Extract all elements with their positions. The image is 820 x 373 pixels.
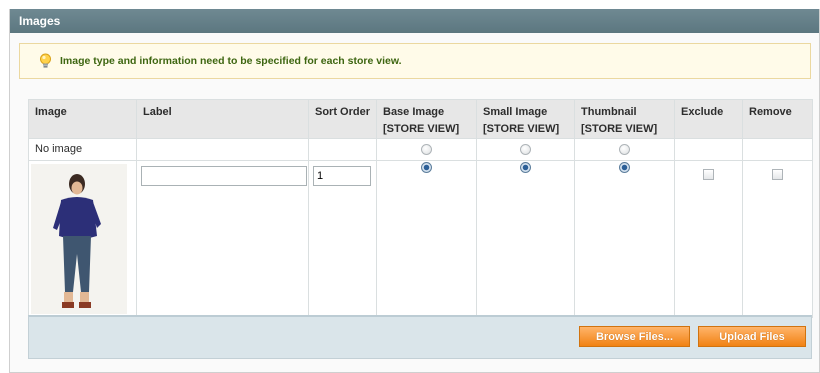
header-scope: [STORE VIEW] <box>383 123 460 135</box>
no-image-row: No image <box>28 138 813 161</box>
header-remove: Remove <box>742 99 813 139</box>
header-sort-order: Sort Order <box>308 99 377 139</box>
base-image-radio[interactable] <box>421 162 432 173</box>
upload-files-button[interactable]: Upload Files <box>698 326 806 347</box>
notice-text: Image type and information need to be sp… <box>60 55 402 67</box>
header-base-image: Base Image [STORE VIEW] <box>376 99 477 139</box>
remove-checkbox[interactable] <box>772 169 783 180</box>
image-label-input[interactable] <box>141 166 307 186</box>
header-scope: [STORE VIEW] <box>483 123 560 135</box>
header-exclude: Exclude <box>674 99 743 139</box>
panel-title: Images <box>10 9 819 33</box>
exclude-checkbox[interactable] <box>703 169 714 180</box>
sort-order-input[interactable] <box>313 166 371 186</box>
images-grid: Image Label Sort Order Base Image [STORE… <box>28 99 813 318</box>
header-label: Label <box>136 99 309 139</box>
grid-header-row: Image Label Sort Order Base Image [STORE… <box>28 99 813 139</box>
header-small-image: Small Image [STORE VIEW] <box>476 99 575 139</box>
header-image: Image <box>28 99 137 139</box>
header-scope: [STORE VIEW] <box>581 123 658 135</box>
uploader-footer: Browse Files... Upload Files <box>28 315 812 359</box>
header-thumbnail: Thumbnail [STORE VIEW] <box>574 99 675 139</box>
browse-files-button[interactable]: Browse Files... <box>579 326 690 347</box>
no-image-label: No image <box>28 138 137 161</box>
small-image-radio[interactable] <box>520 162 531 173</box>
thumbnail-radio-none[interactable] <box>619 144 630 155</box>
lightbulb-icon <box>39 53 52 69</box>
thumbnail-radio[interactable] <box>619 162 630 173</box>
image-row <box>28 160 813 318</box>
small-image-radio-none[interactable] <box>520 144 531 155</box>
base-image-radio-none[interactable] <box>421 144 432 155</box>
notice-message: Image type and information need to be sp… <box>19 43 811 79</box>
product-image-thumbnail <box>31 164 127 314</box>
